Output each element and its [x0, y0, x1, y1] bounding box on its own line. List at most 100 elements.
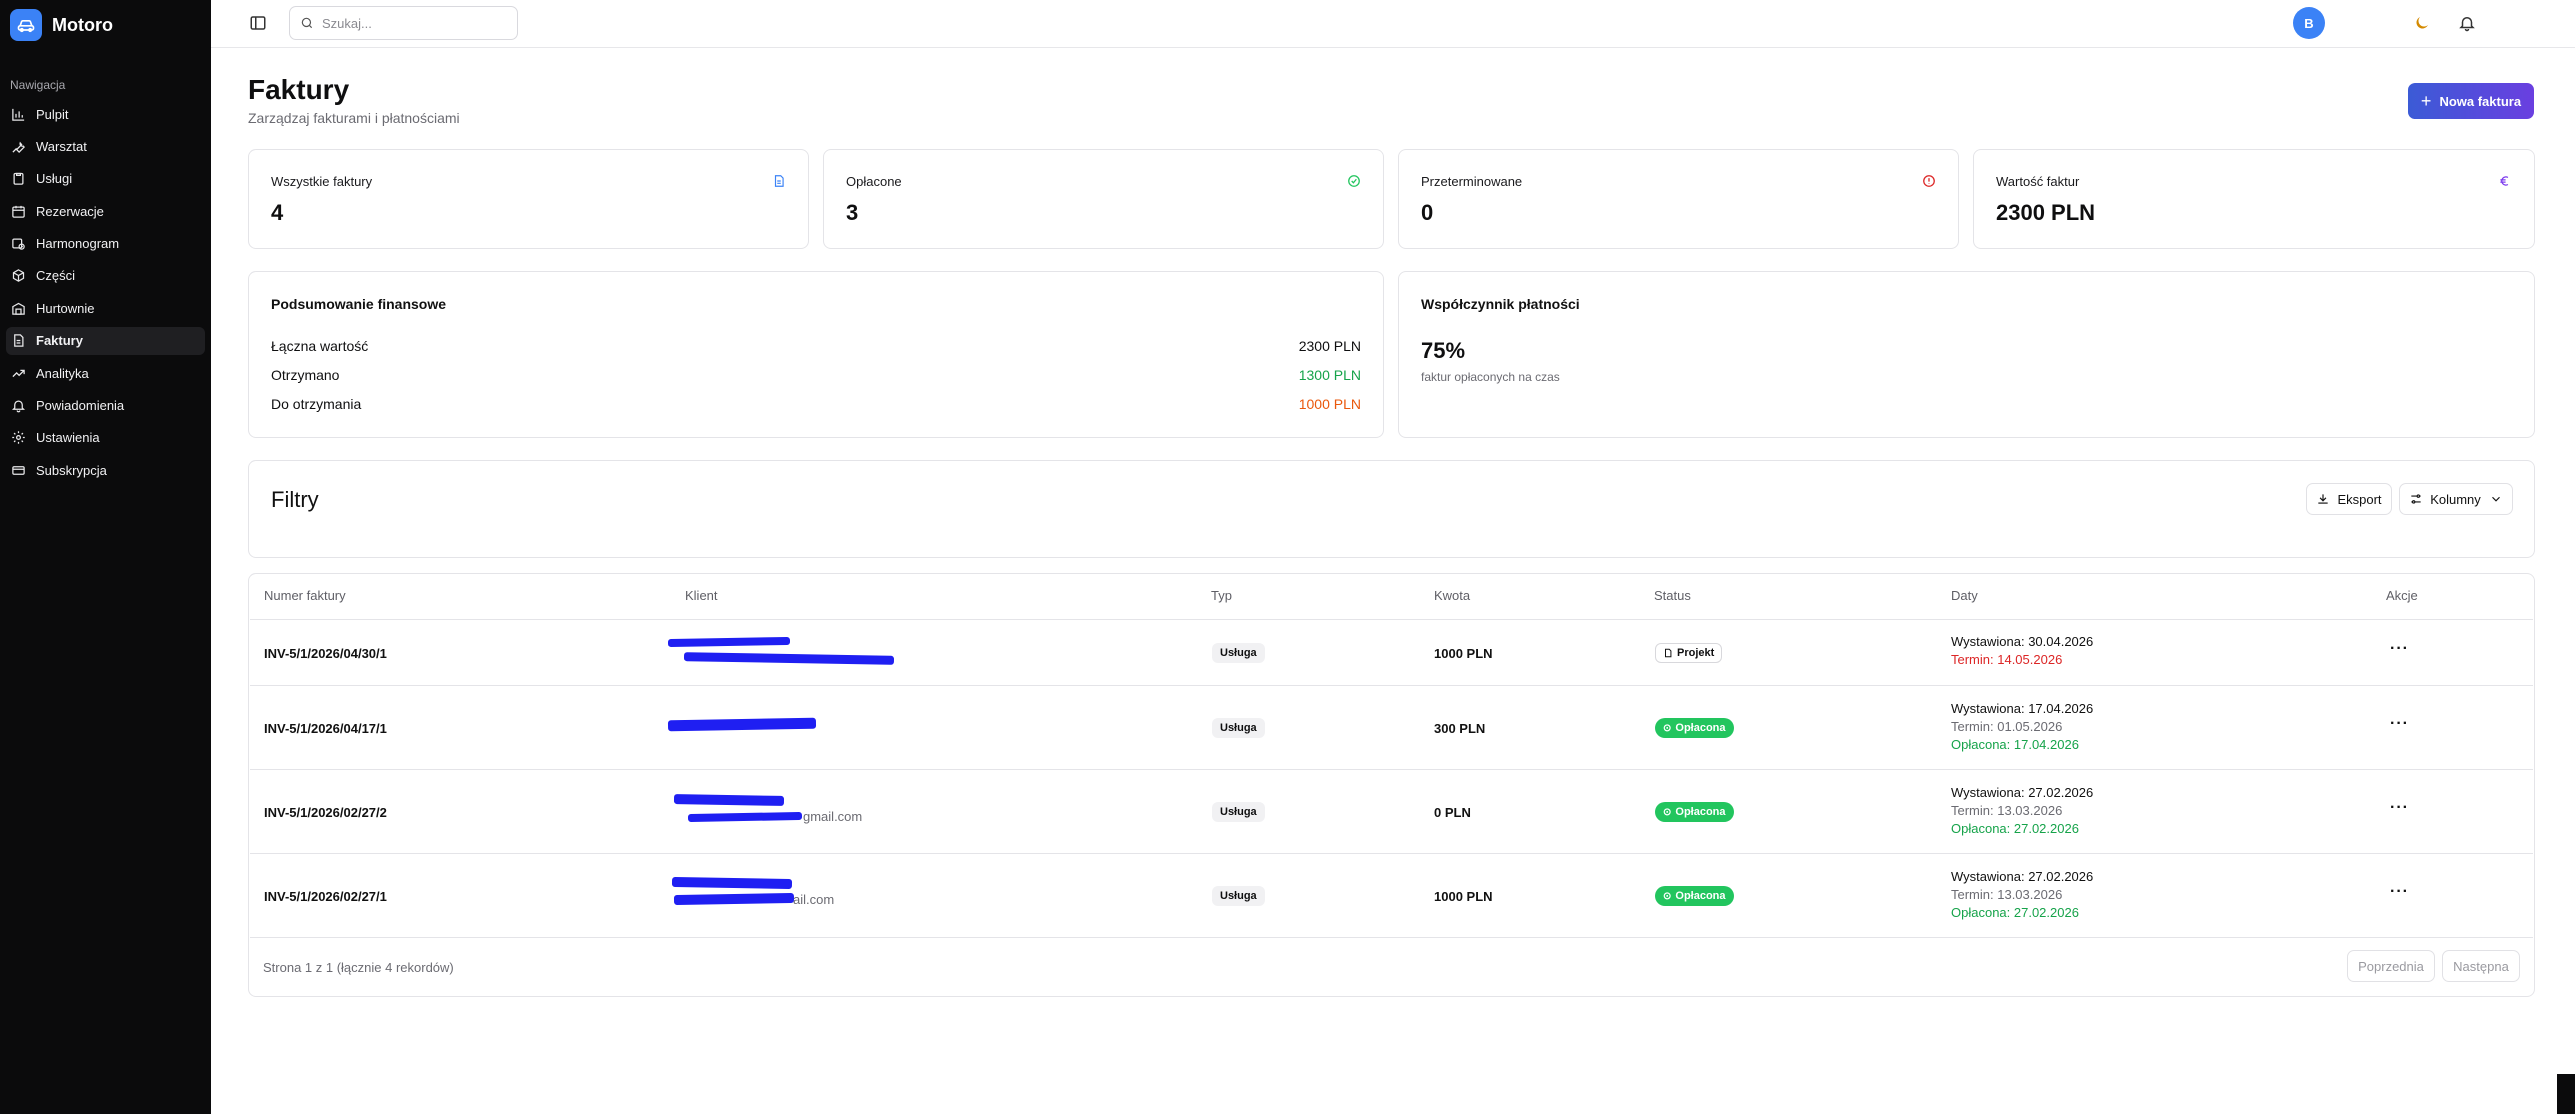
stat-card-value: Wartość faktur 2300 PLN [1973, 149, 2535, 249]
column-header-number[interactable]: Numer faktury [264, 588, 346, 603]
sidebar-item-label: Subskrypcja [36, 462, 107, 478]
clipboard-icon [13, 173, 24, 186]
status-badge: ⊙ Opłacona [1655, 886, 1734, 906]
sidebar-item-czesci[interactable]: Części [6, 262, 205, 290]
invoice-amount: 300 PLN [1434, 721, 1486, 736]
sidebar-item-label: Warsztat [36, 138, 87, 154]
invoice-number[interactable]: INV-5/1/2026/02/27/1 [264, 889, 387, 904]
new-invoice-label: Nowa faktura [2439, 93, 2522, 109]
paid-date: Opłacona: 17.04.2026 [1951, 737, 2079, 752]
column-header-actions: Akcje [2386, 588, 2418, 603]
sidebar-item-label: Faktury [36, 333, 83, 349]
sidebar-item-hurtownie[interactable]: Hurtownie [6, 294, 205, 322]
check-circle-icon [1348, 175, 1360, 187]
search-box[interactable] [289, 6, 518, 40]
status-badge: ⊙ Opłacona [1655, 718, 1734, 738]
column-header-status[interactable]: Status [1654, 588, 1691, 603]
column-header-dates[interactable]: Daty [1951, 588, 1978, 603]
paid-date: Opłacona: 27.02.2026 [1951, 821, 2079, 836]
issued-date: Wystawiona: 27.02.2026 [1951, 869, 2094, 884]
more-actions-icon[interactable]: ··· [2390, 715, 2409, 733]
table-row[interactable]: INV-5/1/2026/04/30/1 Usługa 1000 PLN Pro… [250, 620, 2533, 686]
paid-date: Opłacona: 27.02.2026 [1951, 905, 2079, 920]
chevron-down-icon [2491, 496, 2500, 502]
column-header-amount[interactable]: Kwota [1434, 588, 1470, 603]
issued-date: Wystawiona: 17.04.2026 [1951, 701, 2094, 716]
due-date: Termin: 13.03.2026 [1951, 803, 2063, 818]
status-label: Opłacona [1675, 806, 1726, 818]
table-row[interactable]: INV-5/1/2026/02/27/1 ail.com Usługa 1000… [250, 854, 2533, 938]
sidebar-item-pulpit[interactable]: Pulpit [6, 100, 205, 128]
search-input[interactable] [322, 15, 512, 31]
column-header-type[interactable]: Typ [1211, 588, 1232, 603]
summary-value: 1300 PLN [1298, 367, 1361, 383]
bell-icon [11, 400, 26, 413]
sidebar-item-label: Harmonogram [36, 236, 120, 252]
sidebar-item-uslugi[interactable]: Usługi [6, 165, 205, 193]
invoice-dates: Wystawiona: 27.02.2026 Termin: 13.03.202… [1951, 784, 2093, 838]
brand[interactable]: Motoro [0, 0, 211, 50]
status-badge: Projekt [1655, 643, 1723, 663]
euro-icon [2500, 176, 2509, 186]
package-icon [12, 269, 25, 283]
sidebar-item-harmonogram[interactable]: Harmonogram [6, 230, 205, 258]
moon-icon[interactable] [2413, 14, 2431, 32]
redacted-client-name [671, 876, 793, 890]
sidebar-item-powiadomienia[interactable]: Powiadomienia [6, 392, 205, 420]
stat-value: 4 [271, 200, 284, 225]
sidebar-item-analityka[interactable]: Analityka [6, 359, 205, 387]
invoice-number[interactable]: INV-5/1/2026/02/27/2 [264, 805, 387, 820]
chart-icon [12, 108, 25, 121]
sidebar-toggle-icon[interactable] [249, 14, 267, 32]
more-actions-icon[interactable]: ··· [2390, 799, 2409, 817]
bell-icon[interactable] [2458, 14, 2476, 32]
sidebar-item-label: Powiadomienia [36, 398, 125, 414]
rate-value: 75% [1421, 338, 1466, 363]
plus-icon: + [2420, 90, 2432, 111]
search-icon [301, 17, 313, 29]
document-icon [774, 175, 784, 187]
invoice-number[interactable]: INV-5/1/2026/04/17/1 [264, 721, 387, 736]
sidebar-item-label: Części [36, 268, 76, 284]
rate-title: Współczynnik płatności [1421, 296, 1580, 312]
wrench-icon [12, 141, 25, 153]
next-page-button[interactable]: Następna [2442, 950, 2520, 982]
status-label: Projekt [1677, 647, 1715, 659]
more-actions-icon[interactable]: ··· [2390, 883, 2409, 901]
new-invoice-button[interactable]: + Nowa faktura [2408, 83, 2534, 119]
status-label: Opłacona [1675, 722, 1726, 734]
sidebar-item-ustawienia[interactable]: Ustawienia [6, 424, 205, 452]
file-icon [14, 334, 24, 347]
summary-row-received: Otrzymano 1300 PLN [271, 367, 1361, 383]
pagination-info: Strona 1 z 1 (łącznie 4 rekordów) [263, 960, 454, 975]
warehouse-icon [12, 302, 25, 315]
redacted-client-email [687, 812, 803, 822]
avatar[interactable]: B [2293, 7, 2325, 39]
sidebar-item-warsztat[interactable]: Warsztat [6, 132, 205, 160]
stat-label: Wartość faktur [1996, 174, 2080, 189]
invoice-number[interactable]: INV-5/1/2026/04/30/1 [264, 646, 387, 661]
status-label: Opłacona [1675, 890, 1726, 902]
export-button[interactable]: Eksport [2306, 483, 2392, 515]
summary-title: Podsumowanie finansowe [271, 296, 447, 312]
previous-page-button[interactable]: Poprzednia [2347, 950, 2435, 982]
redacted-client-name [673, 794, 785, 806]
filters-card: Filtry Eksport Kolumny [248, 460, 2535, 558]
issued-date: Wystawiona: 30.04.2026 [1951, 634, 2094, 649]
filters-title: Filtry [271, 487, 319, 512]
page-subtitle: Zarządzaj fakturami i płatnościami [248, 110, 460, 126]
sidebar-item-subskrypcja[interactable]: Subskrypcja [6, 456, 205, 484]
alert-circle-icon [1923, 175, 1935, 187]
invoices-table: Numer faktury Klient Typ Kwota Status Da… [248, 573, 2535, 997]
download-icon [2318, 494, 2329, 504]
sidebar-item-rezerwacje[interactable]: Rezerwacje [6, 197, 205, 225]
table-row[interactable]: INV-5/1/2026/02/27/2 gmail.com Usługa 0 … [250, 770, 2533, 854]
columns-button[interactable]: Kolumny [2399, 483, 2513, 515]
settings-sliders-icon [2411, 494, 2421, 504]
export-label: Eksport [2337, 491, 2382, 507]
page-title: Faktury [248, 74, 350, 105]
column-header-client[interactable]: Klient [685, 588, 718, 603]
table-row[interactable]: INV-5/1/2026/04/17/1 Usługa 300 PLN ⊙ Op… [250, 686, 2533, 770]
sidebar-item-faktury[interactable]: Faktury [6, 326, 205, 355]
more-actions-icon[interactable]: ··· [2390, 640, 2409, 658]
